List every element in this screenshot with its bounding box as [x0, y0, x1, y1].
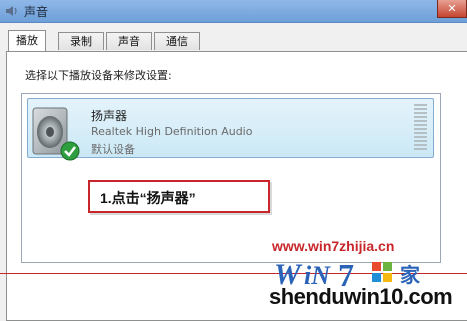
title-bar: 声音 ✕: [0, 0, 467, 23]
sound-app-icon: [6, 6, 17, 16]
tab-recording[interactable]: 录制: [58, 32, 104, 50]
window-title: 声音: [24, 5, 49, 19]
device-name: 扬声器: [91, 109, 128, 123]
step-callout: 1.点击“扬声器”: [88, 180, 270, 213]
instruction-text: 选择以下播放设备来修改设置:: [25, 69, 172, 82]
tab-communications[interactable]: 通信: [154, 32, 200, 50]
tab-sounds[interactable]: 声音: [106, 32, 152, 50]
volume-level-meter: [414, 104, 427, 152]
device-status: 默认设备: [91, 143, 135, 156]
close-button[interactable]: ✕: [437, 0, 467, 18]
tab-playback[interactable]: 播放: [8, 30, 46, 51]
watermark-site: shenduwin10.com: [269, 284, 453, 309]
device-driver: Realtek High Definition Audio: [91, 125, 253, 138]
watermark-url: www.win7zhijia.cn: [272, 238, 395, 254]
callout-text: 1.点击“扬声器”: [100, 190, 196, 206]
default-check-icon: [60, 141, 80, 161]
